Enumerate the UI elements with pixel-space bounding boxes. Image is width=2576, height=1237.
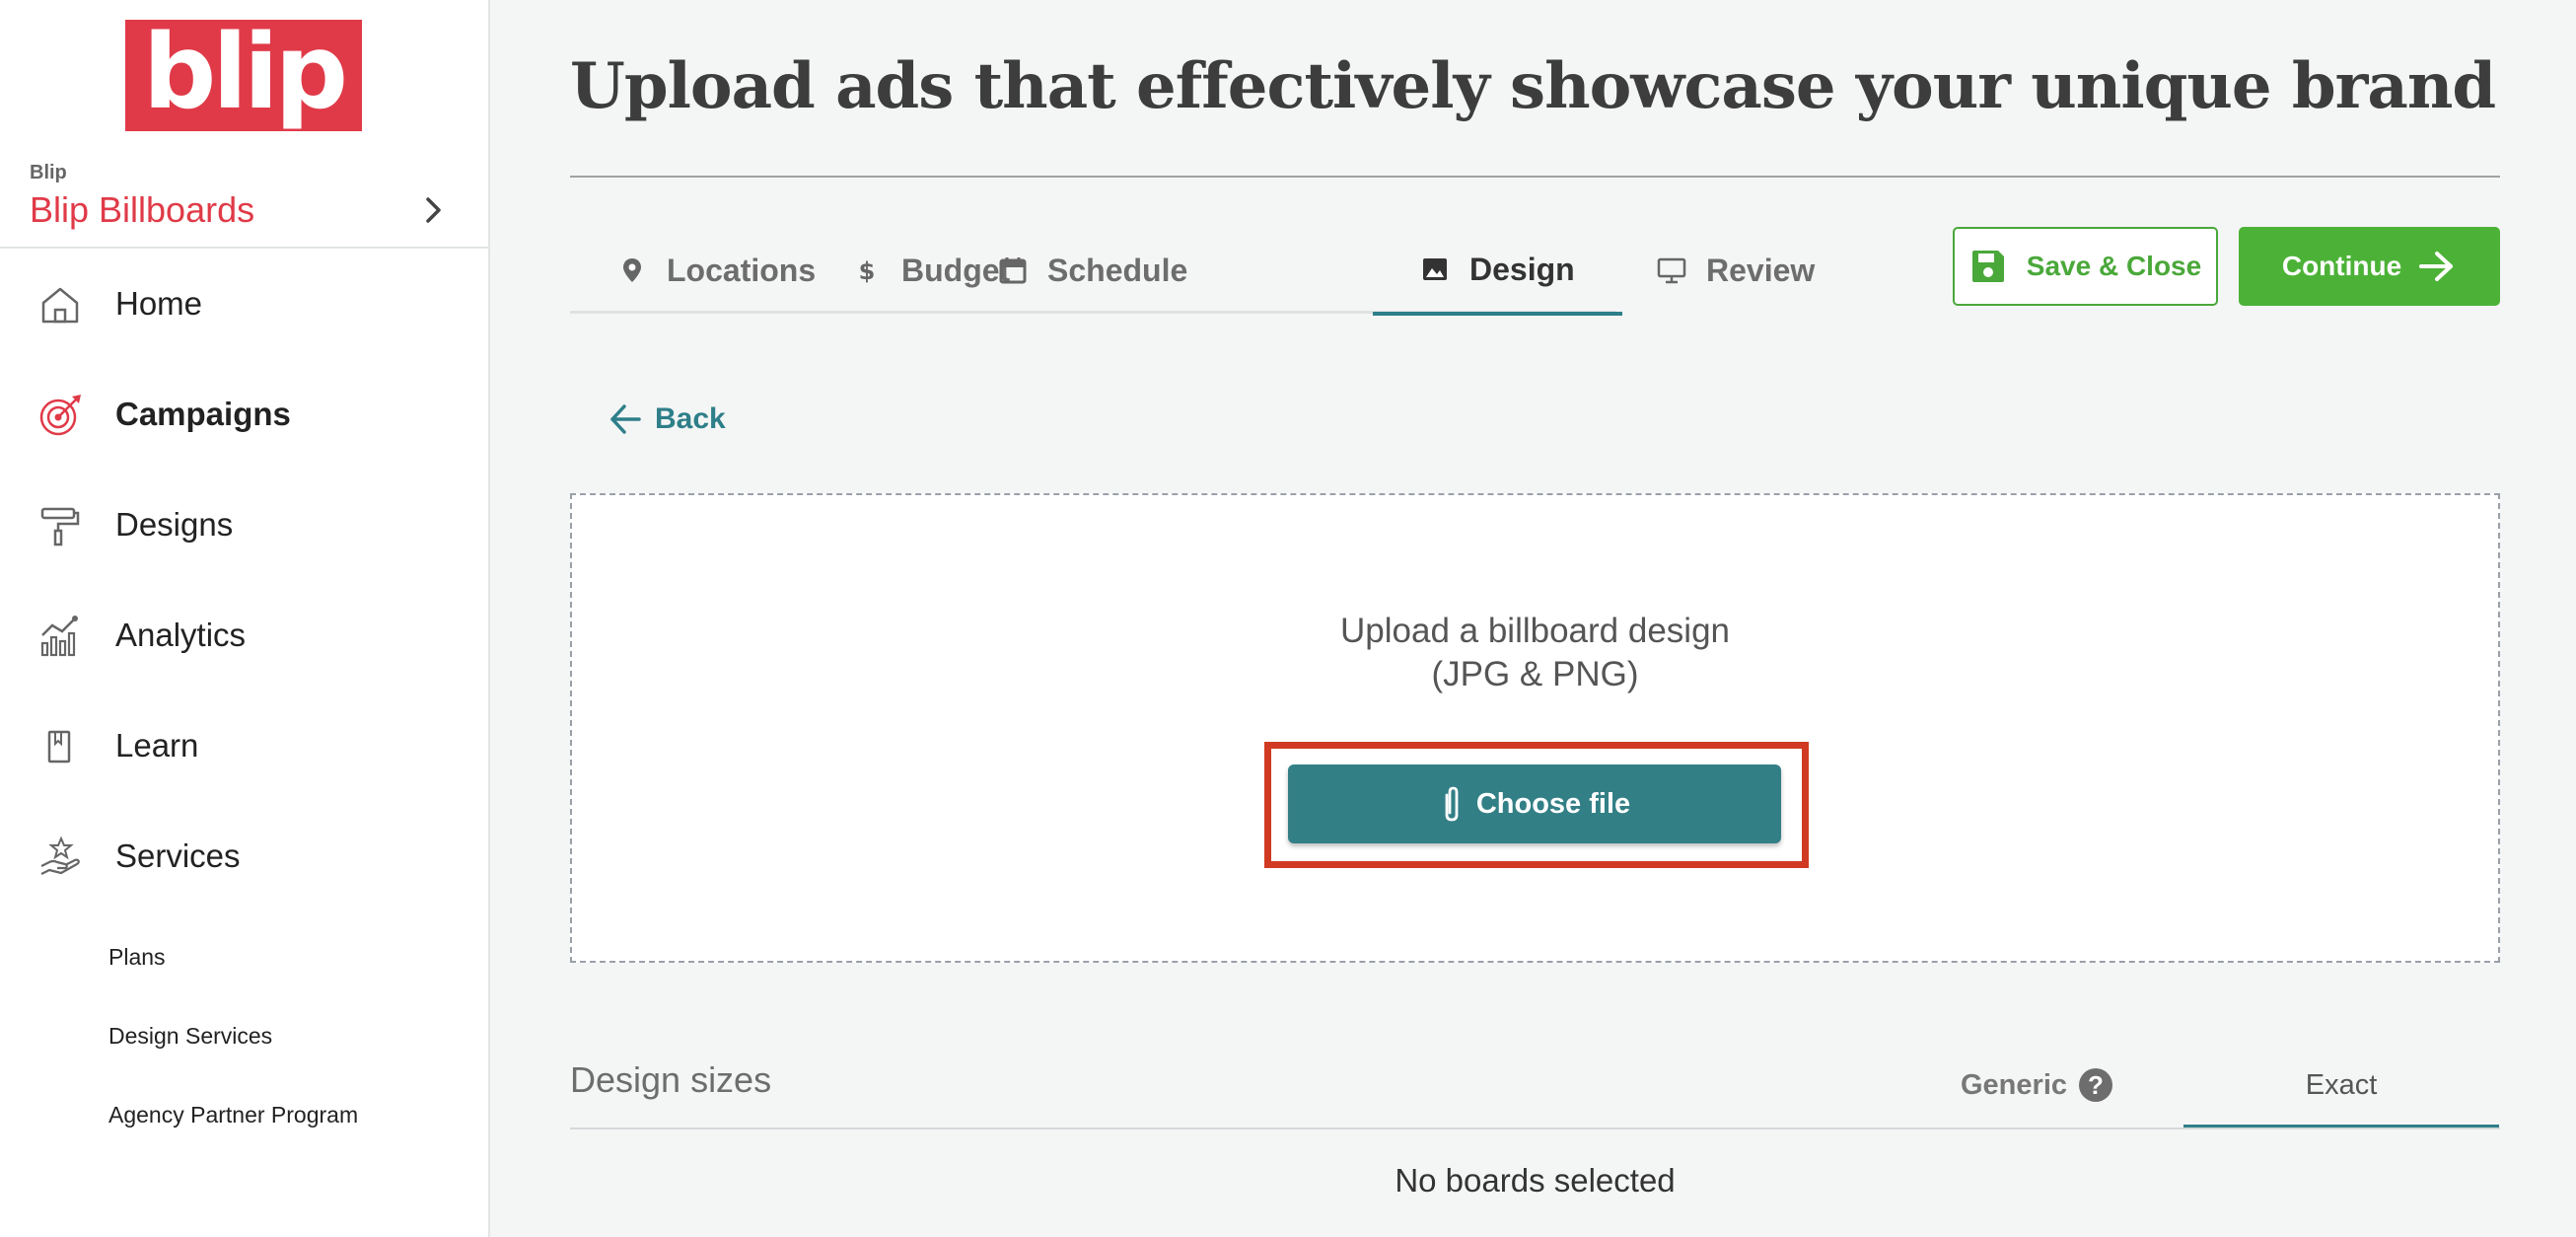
sidebar-item-label: Campaigns: [115, 396, 291, 432]
paperclip-icon: [1445, 786, 1459, 822]
step-tabs: Locations $ Budget Schedule Design Revie…: [570, 227, 1815, 316]
sidebar-item-label: Learn: [115, 727, 199, 764]
arrow-right-icon: [2419, 252, 2454, 281]
tab-design[interactable]: Design: [1373, 227, 1622, 316]
monitor-icon: [1657, 257, 1686, 284]
sidebar-subitem-design-services[interactable]: Design Services: [108, 1023, 272, 1050]
tab-label: Locations: [667, 252, 817, 288]
help-icon[interactable]: ?: [2079, 1068, 2112, 1102]
tab-exact-label: Exact: [2305, 1068, 2378, 1101]
main-content: Upload ads that effectively showcase you…: [570, 0, 2500, 1237]
account-label: Blip: [30, 162, 67, 183]
paint-roller-icon: [40, 507, 80, 546]
tab-label: Review: [1706, 252, 1816, 288]
design-sizes-title: Design sizes: [570, 1059, 772, 1100]
save-button-label: Save & Close: [2026, 251, 2202, 281]
blip-logo[interactable]: blip: [125, 12, 362, 132]
calendar-icon: [999, 257, 1027, 284]
tab-review[interactable]: Review: [1610, 227, 1862, 314]
page-title: Upload ads that effectively showcase you…: [570, 49, 2496, 123]
account-name[interactable]: Blip Billboards: [30, 189, 254, 231]
image-icon: [1423, 258, 1447, 280]
analytics-icon: [40, 616, 78, 657]
hand-star-icon: [40, 836, 80, 875]
sidebar-item-analytics[interactable]: Analytics: [0, 595, 488, 674]
tab-label: Design: [1469, 251, 1575, 287]
empty-state-message: No boards selected: [1395, 1162, 1676, 1199]
choose-file-label: Choose file: [1475, 787, 1631, 820]
choose-file-button[interactable]: Choose file: [1288, 764, 1781, 843]
arrow-left-icon: [610, 404, 641, 434]
sidebar-item-home[interactable]: Home: [0, 263, 488, 342]
sidebar-subitem-agency-partner-program[interactable]: Agency Partner Program: [108, 1102, 358, 1128]
sidebar-item-label: Designs: [115, 506, 234, 543]
sidebar-item-learn[interactable]: Learn: [0, 705, 488, 784]
target-icon: [39, 395, 81, 436]
upload-instructions: Upload a billboard design: [1340, 612, 1730, 650]
map-pin-icon: [623, 258, 641, 282]
sidebar-item-campaigns[interactable]: Campaigns: [0, 374, 488, 453]
sidebar-item-label: Services: [115, 837, 241, 874]
upload-formats: (JPG & PNG): [1431, 655, 1639, 693]
tab-generic-label: Generic: [1961, 1068, 2067, 1101]
sidebar-item-label: Home: [115, 285, 203, 322]
sidebar-item-designs[interactable]: Designs: [0, 484, 488, 563]
continue-button[interactable]: Continue: [2239, 227, 2500, 306]
design-sizes-divider: [570, 1128, 2500, 1129]
chevron-right-icon[interactable]: [419, 192, 449, 228]
save-and-close-button[interactable]: Save & Close: [1953, 227, 2218, 306]
sidebar: blip Blip Blip Billboards Home Campaigns…: [0, 0, 490, 1237]
dollar-icon: $: [859, 257, 876, 285]
tab-schedule[interactable]: Schedule: [951, 227, 1235, 314]
sidebar-item-label: Analytics: [115, 617, 247, 653]
book-icon: [47, 730, 71, 764]
back-label: Back: [655, 402, 726, 435]
svg-text:$: $: [859, 257, 876, 285]
title-divider: [570, 176, 2500, 178]
back-link[interactable]: Back: [608, 395, 726, 444]
sidebar-subitem-plans[interactable]: Plans: [108, 944, 166, 971]
upload-dropzone[interactable]: Upload a billboard design (JPG & PNG) Ch…: [570, 493, 2500, 963]
sidebar-divider: [0, 247, 488, 249]
save-icon: [1971, 251, 2004, 282]
tab-generic[interactable]: Generic ?: [1961, 1055, 2112, 1115]
tab-exact[interactable]: Exact: [2183, 1046, 2499, 1128]
home-icon: [41, 287, 79, 324]
continue-button-label: Continue: [2281, 251, 2402, 281]
sidebar-item-services[interactable]: Services: [0, 816, 488, 895]
tab-label: Schedule: [1047, 252, 1188, 288]
